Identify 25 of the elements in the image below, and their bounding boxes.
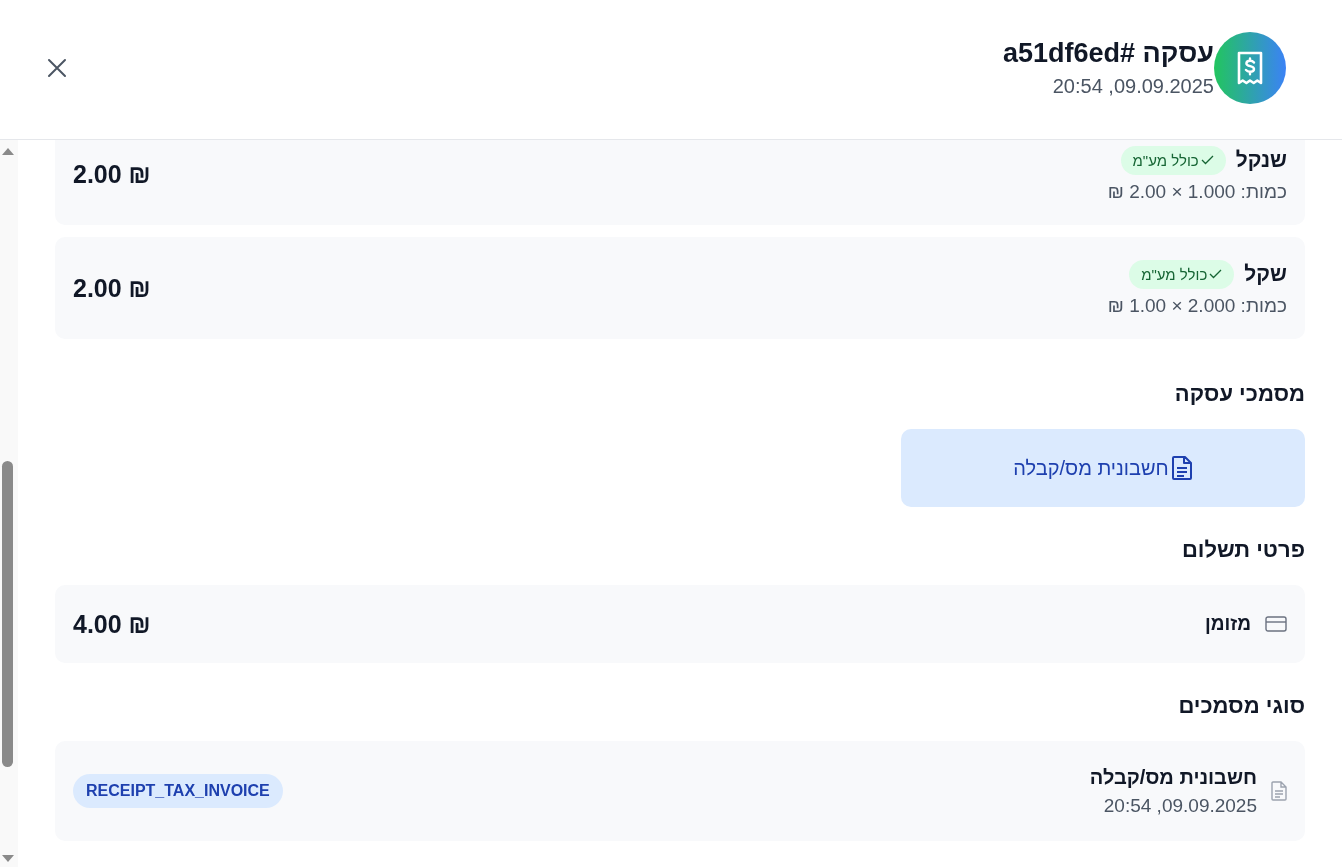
payment-method: מזומן <box>1205 613 1251 635</box>
document-date: 09.09.2025, 20:54 <box>1102 794 1257 817</box>
section-title: פרטי תשלום <box>1180 537 1305 563</box>
item-total: 2.00 ₪ <box>73 273 151 303</box>
item-total: 2.00 ₪ <box>73 159 151 189</box>
payment-amount: 4.00 ₪ <box>73 609 151 639</box>
document-icon <box>1271 781 1287 801</box>
scroll-up-arrow-icon[interactable] <box>1 147 15 156</box>
section-title: מסמכי עסקה <box>1173 381 1305 407</box>
vat-badge: כולל מע"מ <box>1129 259 1235 289</box>
scroll-down-arrow-icon[interactable] <box>1 854 15 863</box>
document-type-name: חשבונית מס/קבלה <box>1089 765 1257 789</box>
item-name: שנקל <box>1235 148 1287 172</box>
item-quantity: כמות: 2.000 × 1.00 ₪ <box>1107 294 1287 317</box>
item-name: שקל <box>1244 262 1287 286</box>
transaction-date: 09.09.2025, 20:54 <box>1051 74 1214 98</box>
card-icon <box>1265 616 1287 632</box>
section-title: סוגי מסמכים <box>1177 693 1305 719</box>
document-type-tag: RECEIPT_TAX_INVOICE <box>73 774 283 808</box>
document-icon <box>1170 455 1193 481</box>
vat-badge: כולל מע"מ <box>1120 145 1226 175</box>
dialog-title: עסקה #a51df6ed <box>1002 37 1214 69</box>
scrollbar[interactable] <box>0 140 18 867</box>
document-button[interactable]: חשבונית מס/קבלה <box>901 429 1305 507</box>
item-quantity: כמות: 1.000 × 2.00 ₪ <box>1107 180 1287 203</box>
